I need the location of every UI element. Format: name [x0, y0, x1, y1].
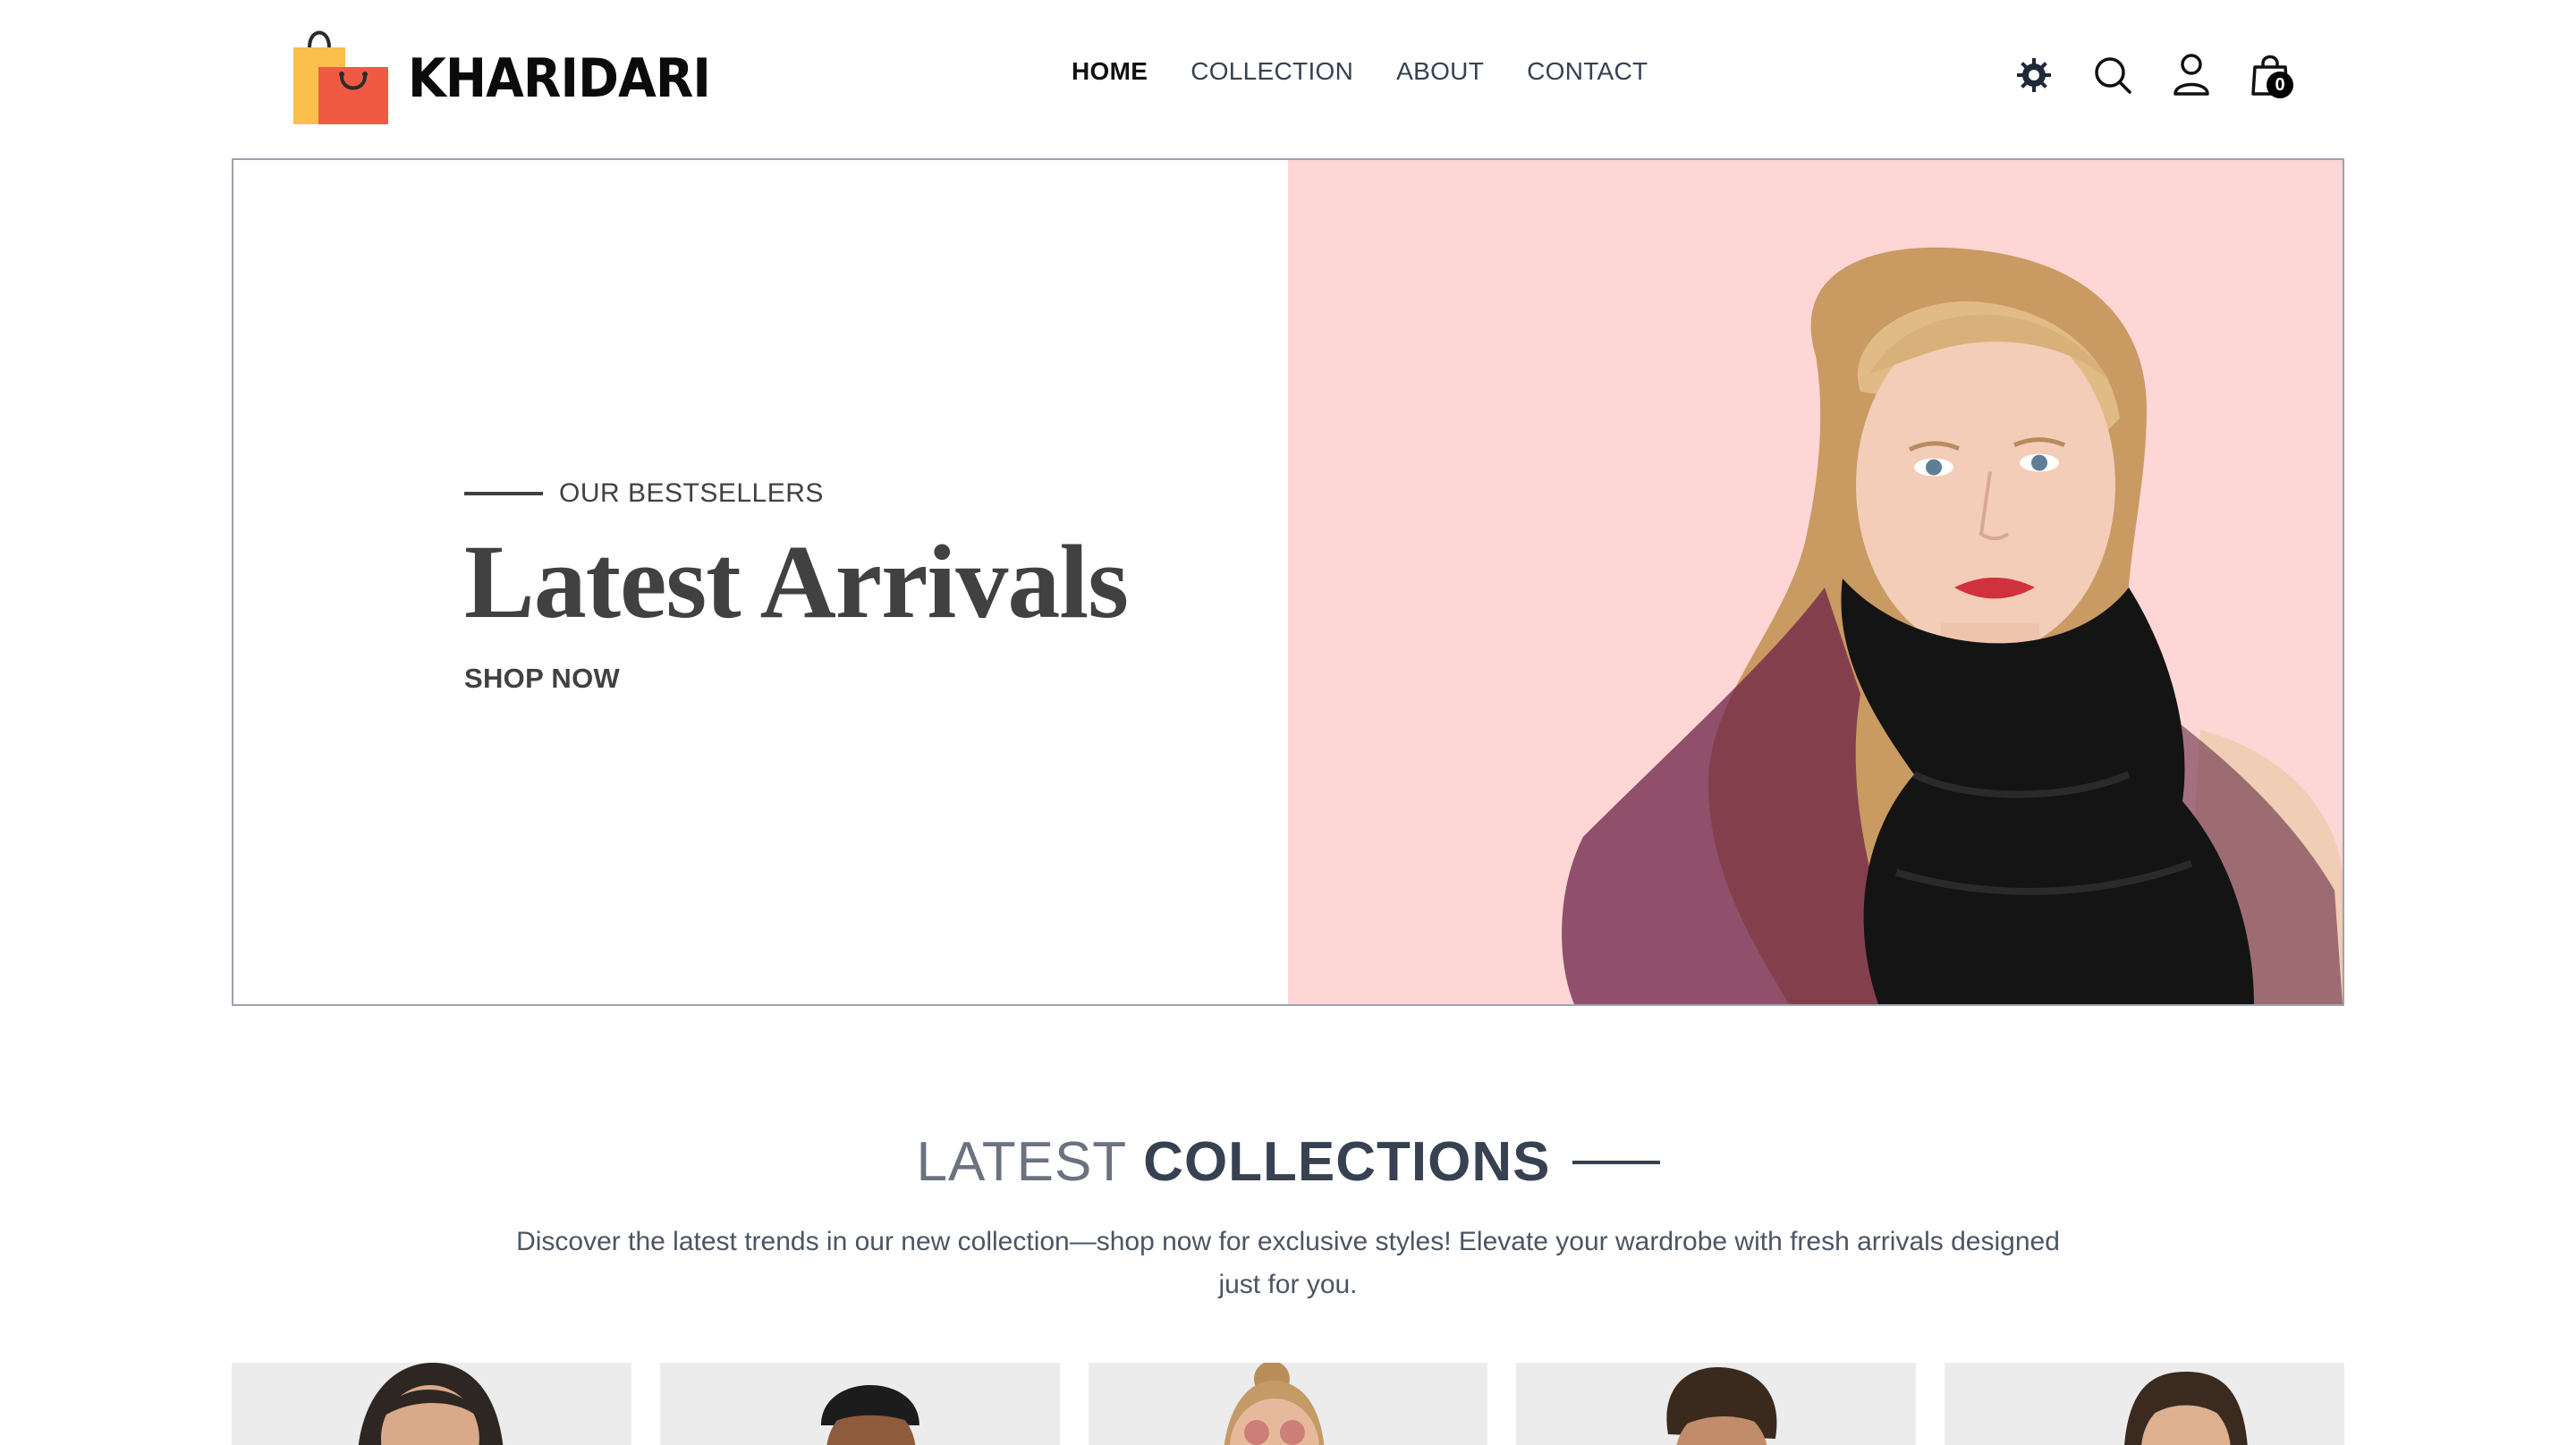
- site-header: KHARIDARI HOME COLLECTION ABOUT CONTACT: [0, 0, 2576, 157]
- product-card[interactable]: [232, 1363, 631, 1445]
- user-icon: [2174, 54, 2209, 96]
- theme-toggle-button[interactable]: [2009, 50, 2059, 100]
- nav-item-about[interactable]: ABOUT: [1396, 57, 1484, 86]
- header-actions: 0: [2009, 50, 2295, 100]
- cart-count-badge: 0: [2267, 72, 2293, 98]
- brand-name: KHARIDARI: [408, 47, 711, 110]
- product-card[interactable]: [1088, 1363, 1488, 1445]
- eyebrow-divider: [464, 492, 543, 495]
- product-card[interactable]: [659, 1363, 1060, 1445]
- eyebrow-text: OUR BESTSELLERS: [559, 478, 824, 508]
- collections-description: Discover the latest trends in our new co…: [516, 1227, 2060, 1299]
- heading-divider: [1572, 1160, 1660, 1164]
- search-icon: [2095, 57, 2131, 94]
- nav-item-contact[interactable]: CONTACT: [1527, 57, 1648, 86]
- product-image: [2124, 1372, 2248, 1445]
- search-button[interactable]: [2088, 50, 2138, 100]
- product-grid: [232, 1363, 2344, 1445]
- heading-light-text: LATEST: [916, 1131, 1128, 1193]
- hero-image-panel: [1288, 160, 2343, 1004]
- theme-settings-icon: [2017, 58, 2051, 92]
- hero-eyebrow: OUR BESTSELLERS: [464, 478, 1128, 509]
- product-image: [358, 1363, 504, 1445]
- heading-bold-text: COLLECTIONS: [1143, 1131, 1551, 1193]
- hero-text-panel: OUR BESTSELLERS Latest Arrivals SHOP NOW: [233, 160, 1288, 1004]
- main-nav: HOME COLLECTION ABOUT CONTACT: [1072, 57, 1690, 86]
- product-image: [1224, 1363, 1324, 1445]
- shopping-bag-logo-icon: [293, 30, 388, 124]
- shop-now-link[interactable]: SHOP NOW: [464, 663, 620, 695]
- product-card[interactable]: [1516, 1363, 1917, 1445]
- product-image: [1666, 1367, 1777, 1445]
- hero-model-image: [1562, 247, 2343, 1004]
- hero-banner: OUR BESTSELLERS Latest Arrivals SHOP NOW: [232, 158, 2344, 1006]
- hero-content: OUR BESTSELLERS Latest Arrivals SHOP NOW: [464, 478, 1129, 695]
- cart-button[interactable]: 0: [2245, 50, 2295, 100]
- product-image: [820, 1385, 919, 1445]
- nav-item-collection[interactable]: COLLECTION: [1191, 57, 1353, 86]
- profile-button[interactable]: [2166, 50, 2216, 100]
- latest-collections-heading: LATEST COLLECTIONS: [0, 1130, 2576, 1194]
- product-card[interactable]: [1945, 1363, 2344, 1445]
- hero-title: Latest Arrivals: [464, 523, 1129, 640]
- brand-logo[interactable]: KHARIDARI: [288, 20, 736, 127]
- nav-item-home[interactable]: HOME: [1072, 57, 1148, 86]
